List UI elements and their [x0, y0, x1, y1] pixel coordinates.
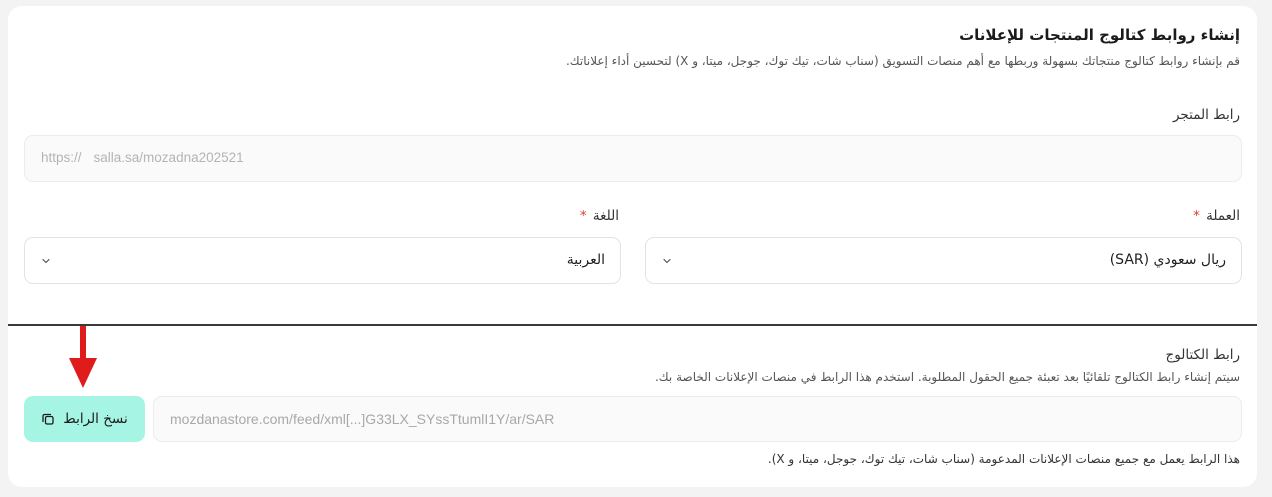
store-link-field: https:// salla.sa/mozadna202521 [24, 135, 1242, 182]
store-link-value: salla.sa/mozadna202521 [93, 150, 244, 165]
catalog-card: إنشاء روابط كتالوج المنتجات للإعلانات قم… [8, 6, 1257, 487]
store-link-text: https:// salla.sa/mozadna202521 [41, 150, 244, 165]
currency-select-value: ريال سعودي (SAR) [1109, 252, 1226, 268]
section-description: قم بإنشاء روابط كتالوج منتجاتك بسهولة ور… [565, 54, 1240, 68]
store-link-prefix: https:// [41, 150, 82, 165]
section-title: إنشاء روابط كتالوج المنتجات للإعلانات [959, 26, 1240, 44]
language-label-text: اللغة [592, 208, 619, 224]
copy-link-button[interactable]: نسخ الرابط [24, 396, 145, 442]
currency-required-mark: * [1193, 208, 1200, 224]
catalog-hint: سيتم إنشاء رابط الكتالوج تلقائيًا بعد تع… [654, 370, 1240, 384]
currency-select[interactable]: ريال سعودي (SAR) [645, 237, 1242, 284]
currency-label: العملة * [1193, 208, 1240, 224]
arrow-down-annotation [69, 326, 97, 388]
language-required-mark: * [579, 208, 587, 224]
currency-label-text: العملة [1206, 208, 1240, 224]
chevron-down-icon [663, 258, 671, 264]
catalog-note: هذا الرابط يعمل مع جميع منصات الإعلانات … [767, 452, 1240, 466]
catalog-label: رابط الكتالوج [1165, 347, 1240, 363]
catalog-link-field[interactable]: mozdanastore.com/feed/xml[...]G33LX_SYss… [153, 396, 1242, 442]
copy-link-label: نسخ الرابط [63, 411, 128, 427]
language-select[interactable]: العربية [24, 237, 621, 284]
copy-icon [42, 413, 54, 425]
chevron-down-icon [42, 258, 50, 264]
store-link-label: رابط المتجر [1172, 107, 1240, 123]
language-select-value: العربية [566, 252, 605, 268]
language-label: اللغة * [580, 208, 619, 224]
section-divider [8, 324, 1257, 326]
catalog-link-value: mozdanastore.com/feed/xml[...]G33LX_SYss… [170, 411, 555, 427]
